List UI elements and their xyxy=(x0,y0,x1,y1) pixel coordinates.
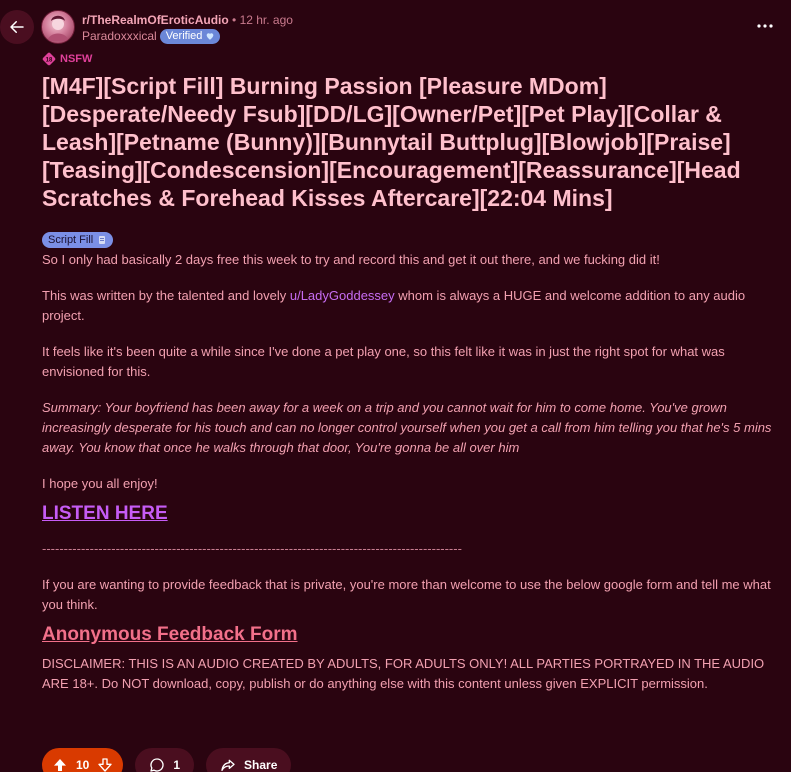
flair-emoji-icon xyxy=(99,236,106,244)
comment-icon xyxy=(150,758,164,772)
back-arrow-icon xyxy=(10,21,24,33)
share-button[interactable]: Share xyxy=(206,748,292,772)
post-title: [M4F][Script Fill] Burning Passion [Plea… xyxy=(42,73,741,211)
downvote-icon[interactable] xyxy=(97,757,113,772)
avatar-image xyxy=(47,15,69,41)
upvote-icon[interactable] xyxy=(52,757,68,772)
post-paragraph: It feels like it's been quite a while si… xyxy=(42,344,725,379)
feedback-form-link[interactable]: Anonymous Feedback Form xyxy=(42,625,298,645)
vote-control: 10 xyxy=(42,748,124,772)
heart-icon xyxy=(207,33,214,40)
post-paragraph: If you are wanting to provide feedback t… xyxy=(42,577,771,612)
divider-text: ----------------------------------------… xyxy=(42,541,462,556)
post-flair[interactable]: Script Fill xyxy=(42,232,114,248)
post-body: So I only had basically 2 days free this… xyxy=(42,248,772,710)
summary-paragraph: Summary: Your boyfriend has been away fo… xyxy=(42,400,772,455)
verified-badge: Verified xyxy=(159,28,221,44)
post-paragraph: So I only had basically 2 days free this… xyxy=(42,252,660,267)
disclaimer-paragraph: DISCLAIMER: THIS IS AN AUDIO CREATED BY … xyxy=(42,656,765,691)
svg-text:18: 18 xyxy=(46,58,53,64)
nsfw-tag: 18 NSFW xyxy=(42,52,92,66)
comments-button[interactable]: 1 xyxy=(135,748,195,772)
author-link[interactable]: Paradoxxxical xyxy=(82,28,157,44)
meta-separator: • xyxy=(232,13,237,27)
share-label: Share xyxy=(244,758,278,772)
subreddit-avatar[interactable] xyxy=(41,10,75,44)
more-options-button[interactable] xyxy=(755,16,775,36)
share-icon xyxy=(221,759,235,771)
vote-count: 10 xyxy=(76,758,90,772)
flair-label: Script Fill xyxy=(48,234,94,246)
subreddit-link[interactable]: r/TheRealmOfEroticAudio xyxy=(82,13,229,27)
post-paragraph: I hope you all enjoy! xyxy=(42,476,158,491)
user-mention-link[interactable]: u/LadyGoddessey xyxy=(290,288,395,303)
nsfw-18-icon: 18 xyxy=(42,52,56,66)
paragraph-text: This was written by the talented and lov… xyxy=(42,288,290,303)
listen-here-link[interactable]: LISTEN HERE xyxy=(42,504,168,524)
more-horizontal-icon xyxy=(757,24,773,28)
nsfw-label: NSFW xyxy=(60,53,93,65)
verified-label: Verified xyxy=(165,29,203,42)
post-meta: r/TheRealmOfEroticAudio • 12 hr. ago Par… xyxy=(82,12,293,44)
comment-count: 1 xyxy=(173,758,181,772)
post-paragraph: This was written by the talented and lov… xyxy=(42,286,772,326)
post-time: 12 hr. ago xyxy=(239,13,293,27)
post-page: r/TheRealmOfEroticAudio • 12 hr. ago Par… xyxy=(0,0,791,772)
back-button[interactable] xyxy=(0,10,34,44)
post-actions: 10 1 Share xyxy=(42,748,292,772)
